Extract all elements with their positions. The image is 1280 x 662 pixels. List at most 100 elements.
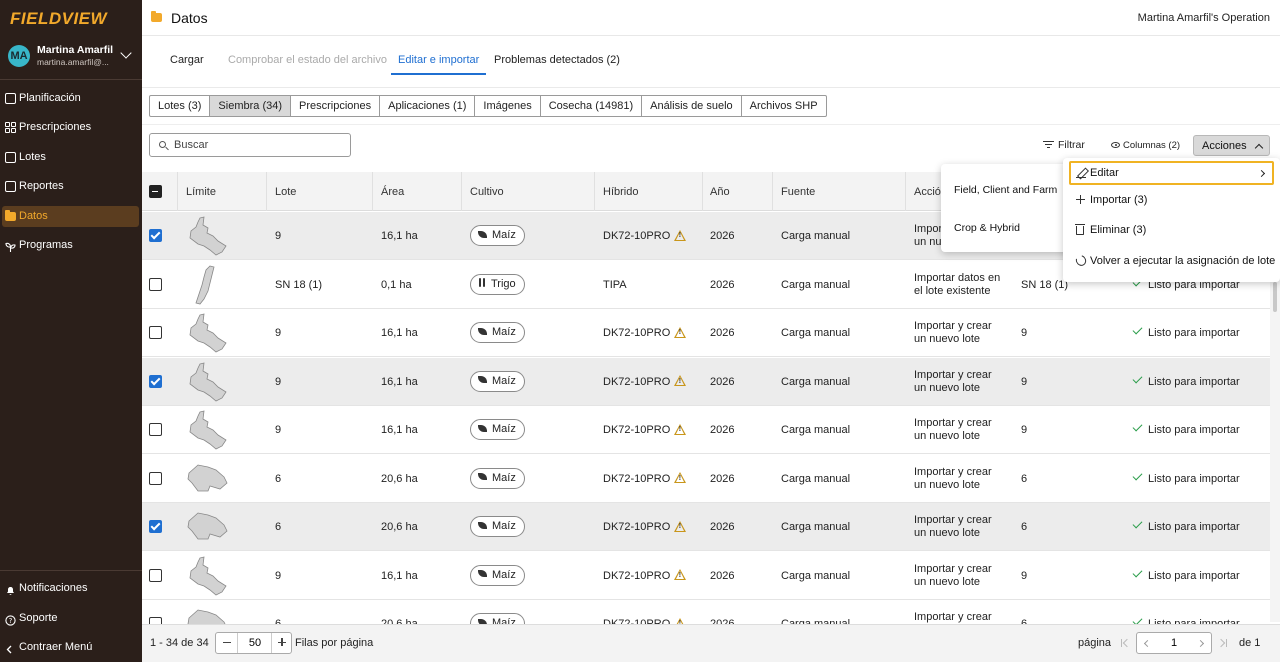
cell-area: 0,1 ha [381, 278, 412, 291]
row-checkbox[interactable] [149, 471, 162, 485]
row-checkbox[interactable] [149, 520, 162, 533]
filter-button[interactable]: Filtrar [1043, 139, 1085, 151]
menu-item-eliminar[interactable]: Eliminar (3) [1069, 218, 1274, 242]
row-checkbox[interactable] [149, 374, 162, 388]
tab-cargar[interactable]: Cargar [170, 54, 204, 66]
crop-chip[interactable]: Maíz [470, 419, 525, 440]
crop-chip[interactable]: Maíz [470, 564, 525, 586]
crop-chip[interactable]: Maíz [470, 370, 525, 392]
row-checkbox[interactable] [149, 277, 162, 291]
cell-lote: 6 [275, 472, 282, 485]
status-label: Listo para importar [1148, 327, 1240, 339]
search-input[interactable] [174, 137, 344, 153]
crop-chip[interactable]: Maíz [470, 322, 525, 343]
sidebar-item-datos[interactable]: Datos [2, 206, 139, 227]
chevron-left-icon[interactable] [1143, 639, 1152, 648]
submenu-field-client-farm[interactable]: Field, Client and Farm [954, 184, 1057, 196]
sidebar-item-programas[interactable]: Programas [2, 235, 139, 256]
cell-accion[interactable]: Importar y crearun nuevo lote [914, 466, 1014, 492]
menu-item-reasignar-lote[interactable]: Volver a ejecutar la asignación de lote [1069, 249, 1275, 273]
first-page-icon[interactable] [1120, 638, 1130, 648]
sidebar-item-notificaciones[interactable]: Notificaciones [2, 578, 139, 599]
scrollbar-thumb[interactable] [1273, 282, 1277, 312]
warning-icon[interactable] [674, 423, 687, 435]
crop-chip[interactable]: Maíz [470, 467, 525, 489]
segment-aplicaciones[interactable]: Aplicaciones (1) [379, 95, 476, 117]
cell-hibrido: DK72-10PRO [603, 472, 687, 485]
segment-analisis-suelo[interactable]: Análisis de suelo [641, 95, 742, 117]
header-fuente[interactable]: Fuente [781, 186, 815, 198]
user-name: Martina Amarfil [37, 44, 114, 56]
leaf-icon [478, 376, 487, 384]
header-area[interactable]: Área [381, 186, 404, 198]
chevron-right-icon[interactable] [1196, 639, 1205, 648]
header-anio[interactable]: Año [710, 186, 730, 198]
increase-button[interactable] [271, 633, 291, 653]
header-hibrido[interactable]: Híbrido [603, 186, 638, 198]
sidebar-item-prescripciones[interactable]: Prescripciones [2, 117, 139, 138]
row-checkbox[interactable] [149, 568, 162, 582]
table-row[interactable]: 6 20,6 ha Maíz DK72-10PRO 2026 Carga manual Im… [142, 454, 1270, 503]
warning-icon[interactable] [674, 229, 687, 241]
header-limite[interactable]: Límite [186, 186, 216, 198]
cell-fuente: Carga manual [781, 327, 851, 339]
sidebar-item-lotes[interactable]: Lotes [2, 147, 139, 168]
segment-cosecha[interactable]: Cosecha (14981) [539, 95, 643, 117]
header-cultivo[interactable]: Cultivo [470, 186, 504, 198]
row-checkbox[interactable] [149, 423, 162, 436]
user-menu[interactable]: MA Martina Amarfil martina.amarfil@... [8, 43, 136, 71]
check-icon [1132, 373, 1143, 383]
table-row[interactable]: 9 16,1 ha Maíz DK72-10PRO 2026 Carga manual Im… [142, 309, 1270, 357]
sidebar-item-contraer-menu[interactable]: Contraer Menú [2, 637, 139, 658]
table-row[interactable]: 6 20,6 ha Maíz DK72-10PRO 2026 Carga manual Im… [142, 503, 1270, 551]
segment-imagenes[interactable]: Imágenes [474, 95, 541, 117]
page-input[interactable] [1155, 634, 1193, 652]
cell-accion[interactable]: Importar datos en el lote existente [914, 272, 1014, 298]
action-line: el lote existente [914, 284, 991, 297]
cell-accion[interactable]: Importar y crearun nuevo lote [914, 369, 1014, 395]
row-checkbox[interactable] [149, 229, 162, 242]
warning-icon[interactable] [674, 326, 687, 338]
sidebar-item-label: Planificación [19, 92, 81, 104]
sidebar-item-soporte[interactable]: ? Soporte [2, 608, 139, 629]
tab-problemas-detectados[interactable]: Problemas detectados (2) [494, 54, 620, 66]
menu-item-importar[interactable]: Importar (3) [1069, 188, 1274, 212]
crop-chip[interactable]: Trigo [470, 273, 525, 295]
sidebar-item-label: Reportes [19, 180, 64, 192]
field-boundary-shape [186, 313, 228, 353]
segment-siembra[interactable]: Siembra (34) [209, 95, 291, 117]
cell-accion[interactable]: Importar y crearun nuevo lote [914, 514, 1014, 540]
select-all-checkbox[interactable] [149, 185, 162, 198]
segment-prescripciones[interactable]: Prescripciones [290, 95, 381, 117]
fieldview-logo[interactable]: FIELDVIEW [10, 9, 107, 29]
cell-accion[interactable]: Importar y crearun nuevo lote [914, 417, 1014, 443]
row-checkbox[interactable] [149, 326, 162, 339]
decrease-button[interactable] [216, 633, 238, 653]
warning-icon[interactable] [674, 520, 687, 532]
last-page-icon[interactable] [1218, 638, 1228, 648]
sidebar-item-reportes[interactable]: Reportes [2, 176, 139, 197]
warning-icon[interactable] [674, 375, 687, 387]
warning-icon[interactable] [674, 472, 687, 484]
crop-chip[interactable]: Maíz [470, 516, 525, 537]
header-lote[interactable]: Lote [275, 186, 296, 198]
table-row[interactable]: 9 16,1 ha Maíz DK72-10PRO 2026 Carga manual Im… [142, 406, 1270, 454]
divider [0, 79, 142, 80]
cell-accion[interactable]: Importar y crearun nuevo lote [914, 563, 1014, 589]
segment-lotes[interactable]: Lotes (3) [149, 95, 211, 117]
table-row[interactable]: 9 16,1 ha Maíz DK72-10PRO 2026 Carga manual Im… [142, 357, 1270, 406]
sidebar-item-planificacion[interactable]: Planificación [2, 88, 139, 109]
operation-selector[interactable]: Martina Amarfil's Operation [1138, 12, 1270, 24]
submenu-crop-hybrid[interactable]: Crop & Hybrid [954, 222, 1020, 234]
segment-archivos-shp[interactable]: Archivos SHP [740, 95, 827, 117]
tab-editar-importar[interactable]: Editar e importar [398, 54, 479, 66]
crop-chip[interactable]: Maíz [470, 225, 525, 246]
menu-item-editar[interactable]: Editar [1069, 161, 1274, 185]
columns-button[interactable]: Columnas (2) [1111, 140, 1180, 151]
cell-accion[interactable]: Importar y crearun nuevo lote [914, 320, 1014, 346]
table-row[interactable]: 9 16,1 ha Maíz DK72-10PRO 2026 Carga manual Im… [142, 551, 1270, 600]
page-size-input[interactable] [238, 633, 272, 653]
actions-button[interactable]: Acciones [1193, 135, 1270, 156]
action-line: Importar y crear [914, 417, 992, 429]
warning-icon[interactable] [674, 569, 687, 581]
